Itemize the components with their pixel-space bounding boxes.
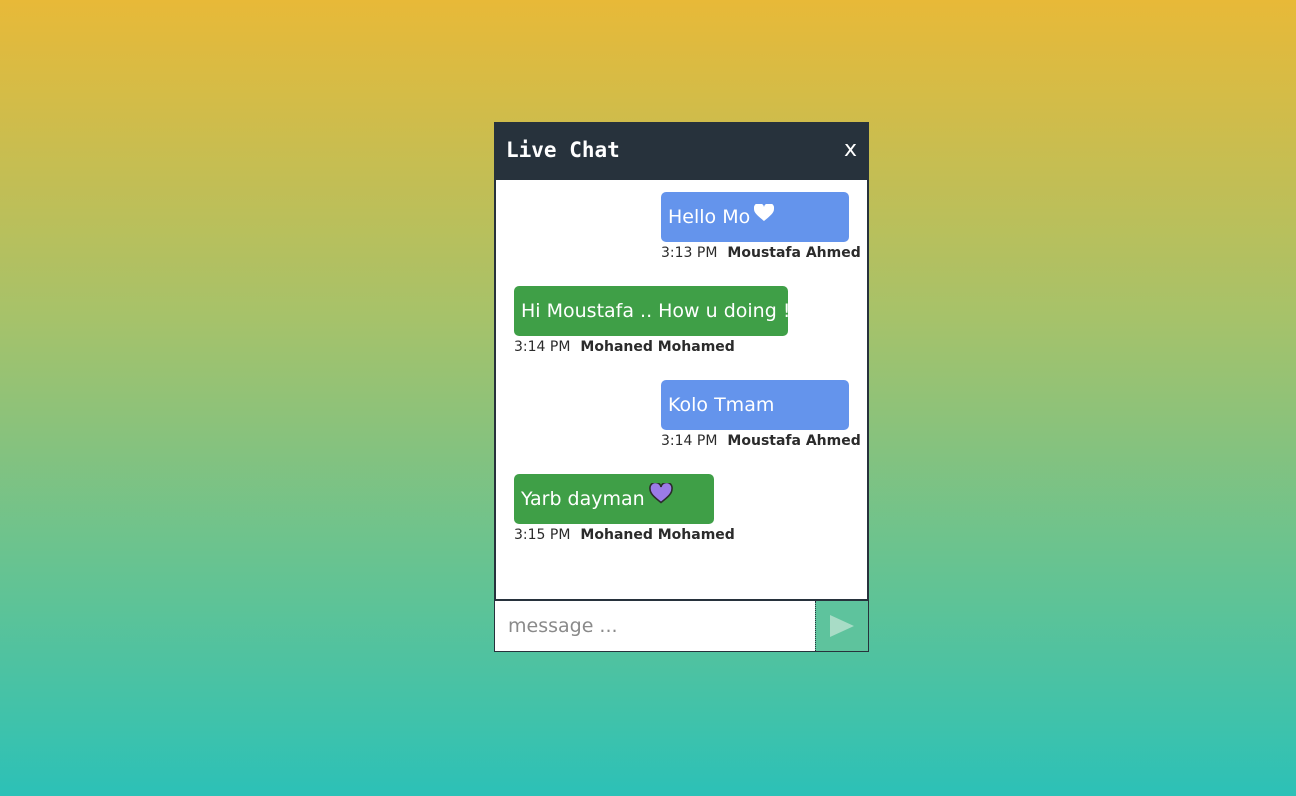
message-time: 3:14 PM <box>514 339 571 355</box>
message-item: Yarb dayman 3:15 PM Mohaned Mohamed <box>514 474 735 544</box>
message-text: Hi Moustafa .. How u doing ! <box>521 300 791 322</box>
message-text: Kolo Tmam <box>668 394 775 416</box>
message-author: Moustafa Ahmed <box>727 245 861 261</box>
message-bubble: Yarb dayman <box>514 474 714 524</box>
message-bubble: Hi Moustafa .. How u doing ! <box>514 286 791 336</box>
message-time: 3:15 PM <box>514 527 571 543</box>
chat-header: Live Chat x <box>494 122 869 180</box>
message-meta: 3:13 PM Moustafa Ahmed <box>661 244 861 262</box>
message-text: Hello Mo <box>668 206 751 228</box>
send-triangle-icon <box>830 615 854 637</box>
message-meta: 3:14 PM Moustafa Ahmed <box>661 432 861 450</box>
message-bubble: Hello Mo <box>661 192 849 242</box>
message-author: Mohaned Mohamed <box>580 527 735 543</box>
message-author: Moustafa Ahmed <box>727 433 861 449</box>
chat-title: Live Chat <box>506 138 620 162</box>
purple-heart-icon <box>648 473 673 523</box>
composer <box>494 601 869 652</box>
message-text: Yarb dayman <box>521 488 645 510</box>
message-bubble: Kolo Tmam <box>661 380 849 430</box>
message-time: 3:13 PM <box>661 245 718 261</box>
message-time: 3:14 PM <box>661 433 718 449</box>
close-button[interactable]: x <box>844 138 857 162</box>
message-meta: 3:14 PM Mohaned Mohamed <box>514 338 788 356</box>
message-list[interactable]: Hello Mo 3:13 PM Moustafa Ahmed Hi Mousta… <box>494 180 869 601</box>
message-author: Mohaned Mohamed <box>580 339 735 355</box>
message-input[interactable] <box>495 601 815 651</box>
message-item: Hello Mo 3:13 PM Moustafa Ahmed <box>661 192 861 262</box>
send-button[interactable] <box>815 601 868 651</box>
white-heart-icon <box>754 191 775 241</box>
chat-window: Live Chat x Hello Mo 3:13 PM Moustafa Ahm… <box>494 122 869 652</box>
message-meta: 3:15 PM Mohaned Mohamed <box>514 526 735 544</box>
message-item: Kolo Tmam 3:14 PM Moustafa Ahmed <box>661 380 861 450</box>
message-item: Hi Moustafa .. How u doing ! 3:14 PM Moha… <box>514 286 791 356</box>
